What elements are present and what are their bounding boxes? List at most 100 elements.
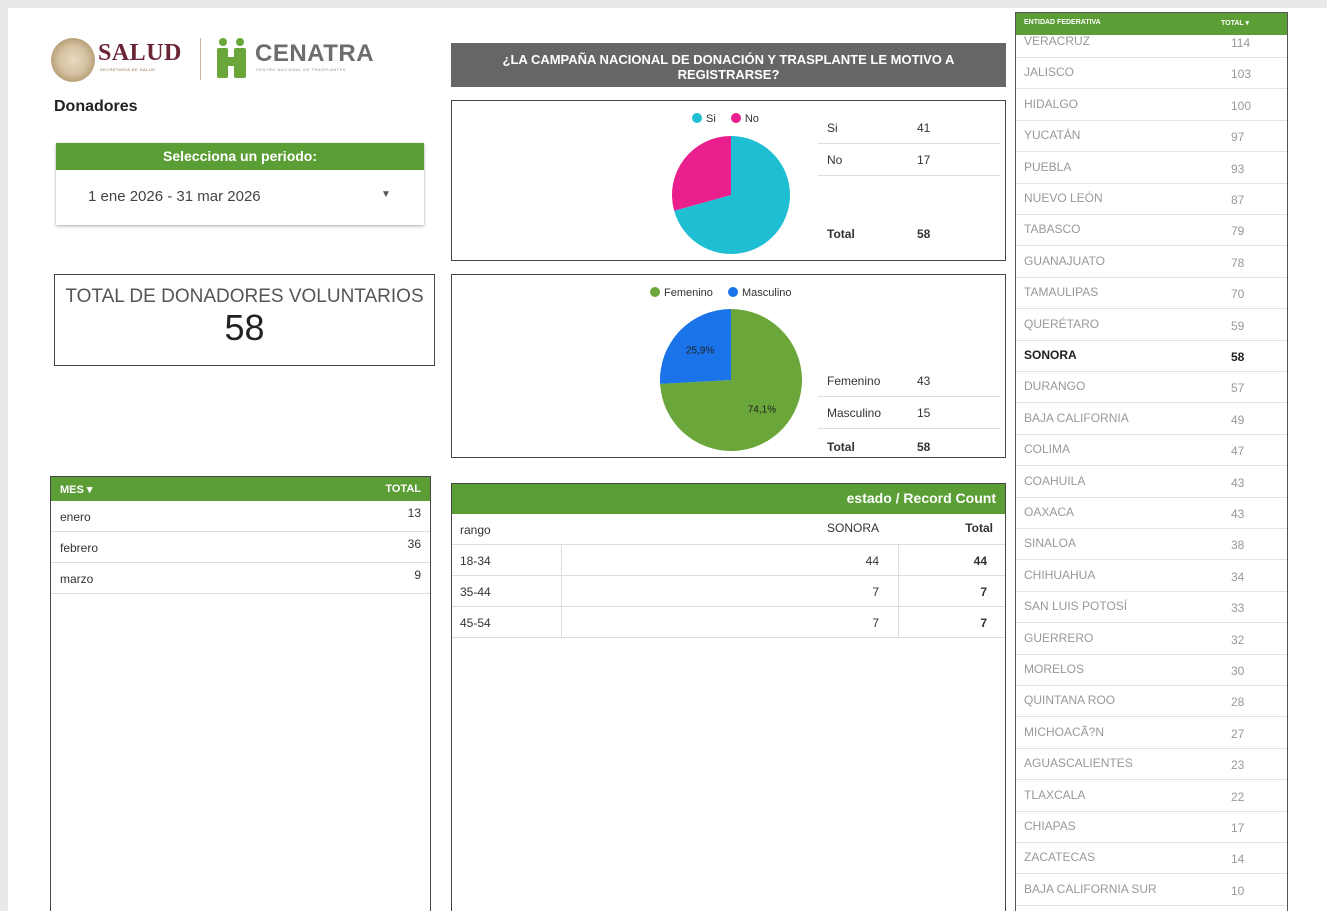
label-cell: No (827, 153, 843, 167)
table-row: 45-54 7 7 (452, 607, 1005, 638)
table-row: QUERÉTARO 59 (1016, 310, 1287, 341)
table-row: Femenino 43 (818, 366, 1000, 397)
label-cell: Femenino (827, 374, 881, 388)
total-donors-value: 58 (224, 307, 265, 348)
table-row: BAJA CALIFORNIA SUR 10 (1016, 875, 1287, 906)
table-row: ZACATECAS 14 (1016, 843, 1287, 875)
table-row: QUINTANA ROO 28 (1016, 686, 1287, 718)
table-row: MICHOACÃ?N 27 (1016, 718, 1287, 749)
state-cell: TABASCO (1024, 222, 1081, 237)
legend-label: Femenino (664, 287, 713, 299)
period-selector[interactable]: Selecciona un periodo: 1 ene 2026 - 31 m… (56, 143, 424, 225)
legend-item-no[interactable]: No (730, 113, 759, 125)
sort-desc-icon[interactable]: ▾ (1246, 20, 1250, 27)
total-cell: 38 (1231, 538, 1245, 553)
table-row: 35-44 7 7 (452, 576, 1005, 607)
total-cell: 30 (1231, 664, 1245, 678)
total-cell: 49 (1231, 412, 1245, 427)
campaign-question-title: ¿LA CAMPAÑA NACIONAL DE DONACIÓN Y TRASP… (451, 43, 1006, 87)
table-row: marzo 9 (51, 563, 430, 594)
state-cell: PUEBLA (1024, 159, 1072, 174)
state-cell: QUINTANA ROO (1024, 693, 1116, 708)
state-column-header[interactable]: SONORA (452, 521, 879, 535)
total-value: 58 (917, 440, 931, 454)
total-cell: 34 (1231, 569, 1245, 584)
legend-item-masculino[interactable]: Masculino (727, 287, 792, 299)
legend-dot-icon (727, 287, 738, 297)
state-cell: TAMAULIPAS (1024, 285, 1099, 300)
campaign-pie-chart (672, 136, 790, 254)
table-row: COLIMA 47 (1016, 435, 1287, 467)
total-label: Total (827, 227, 855, 241)
state-cell: BAJA CALIFORNIA SUR (1024, 881, 1157, 896)
state-cell: CHIHUAHUA (1024, 567, 1096, 582)
table-row: MORELOS 30 (1016, 655, 1287, 686)
state-total-column-header[interactable]: TOTAL ▾ (1221, 19, 1249, 27)
state-cell: MORELOS (1024, 662, 1085, 676)
state-cell: VERACRUZ (1024, 34, 1091, 48)
table-row: SINALOA 38 (1016, 529, 1287, 561)
legend-label: Masculino (741, 287, 792, 299)
state-cell: YUCATÁN (1024, 128, 1081, 143)
state-cell: 7 (872, 585, 879, 599)
total-cell: 78 (1231, 255, 1245, 270)
state-cell: JALISCO (1024, 65, 1075, 80)
total-donors-scorecard: TOTAL DE DONADORES VOLUNTARIOS 58 (54, 274, 435, 366)
table-row: COAHUILA 43 (1016, 467, 1287, 498)
total-cell: 13 (407, 506, 421, 520)
total-cell: 103 (1231, 67, 1252, 82)
total-column-header[interactable]: Total (965, 521, 993, 535)
table-total-row: Total 58 (818, 219, 1000, 250)
total-cell: 17 (1231, 821, 1245, 835)
value-cell: 43 (917, 374, 931, 388)
gender-summary-table: Femenino 43 Masculino 15 Total 58 (818, 366, 1000, 456)
age-range-pivot-table: estado / Record Count rango SONORA Total… (451, 483, 1006, 911)
total-cell: 28 (1231, 695, 1245, 710)
legend-item-femenino[interactable]: Femenino (650, 287, 713, 299)
state-cell: COAHUILA (1024, 473, 1086, 488)
legend-item-si[interactable]: Si (692, 113, 716, 125)
month-total-column-header[interactable]: TOTAL (385, 483, 421, 495)
total-cell: 87 (1231, 193, 1245, 207)
total-cell: 7 (980, 616, 987, 630)
state-cell: TLAXCALA (1024, 787, 1086, 802)
total-cell: 43 (1231, 507, 1245, 521)
month-column-header[interactable]: MES ▾ (60, 483, 92, 496)
state-cell: CHIAPAS (1024, 819, 1076, 833)
state-cell: OAXACA (1024, 505, 1075, 519)
state-cell: BAJA CALIFORNIA (1024, 410, 1129, 425)
total-cell: 44 (973, 554, 987, 568)
caret-down-icon[interactable]: ▼ (381, 189, 391, 200)
sort-desc-icon[interactable]: ▾ (87, 484, 93, 496)
mexico-seal-icon (51, 38, 95, 82)
state-cell: HIDALGO (1024, 96, 1079, 111)
total-cell: 23 (1231, 758, 1245, 773)
value-cell: 15 (917, 406, 931, 420)
pie-data-label: 74,1% (748, 404, 776, 415)
month-table-header: MES ▾ TOTAL (51, 477, 430, 501)
page-title: Donadores (54, 98, 138, 115)
state-table: ENTIDAD FEDERATIVA TOTAL ▾ VERACRUZ 114 JA… (1015, 12, 1288, 911)
pivot-table-title: estado / Record Count (452, 484, 1005, 514)
legend-label: Si (706, 113, 716, 125)
table-row: OAXACA 43 (1016, 498, 1287, 529)
state-cell: ZACATECAS (1024, 850, 1096, 865)
state-table-header: ENTIDAD FEDERATIVA TOTAL ▾ (1016, 13, 1287, 35)
table-row: Masculino 15 (818, 398, 1000, 429)
table-row: SAN LUIS POTOSÍ 33 (1016, 592, 1287, 624)
period-selector-value[interactable]: 1 ene 2026 - 31 mar 2026 (88, 188, 261, 205)
table-row: HIDALGO 100 (1016, 90, 1287, 121)
table-row: febrero 36 (51, 532, 430, 563)
total-cell: 47 (1231, 444, 1245, 459)
table-row: PUEBLA 93 (1016, 153, 1287, 184)
month-cell: enero (60, 510, 91, 524)
month-cell: marzo (60, 572, 94, 586)
state-column-header[interactable]: ENTIDAD FEDERATIVA (1024, 19, 1101, 26)
campaign-legend: Si No (692, 113, 759, 125)
state-cell: GUERRERO (1024, 630, 1094, 645)
state-cell: SONORA (1024, 348, 1077, 362)
pivot-header-row: rango SONORA Total (452, 514, 1005, 545)
table-row: enero 13 (51, 501, 430, 532)
table-row: AGUASCALIENTES 23 (1016, 749, 1287, 781)
state-cell: MICHOACÃ?N (1024, 724, 1105, 739)
